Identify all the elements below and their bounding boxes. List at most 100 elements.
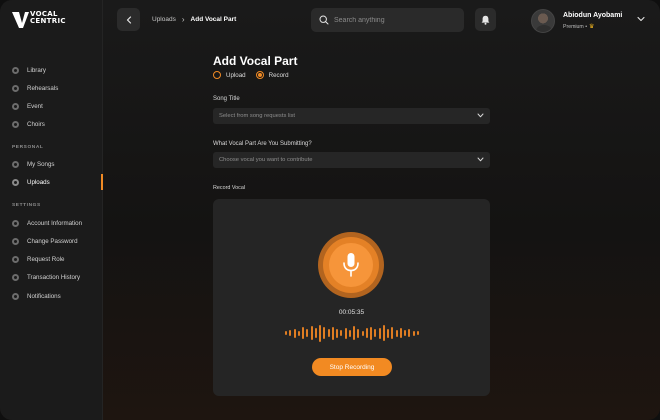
sidebar-item-event[interactable]: Event	[0, 99, 103, 115]
section-label-personal: PERSONAL	[12, 145, 44, 150]
sidebar-item-library[interactable]: Library	[0, 62, 103, 78]
waveform-bar	[365, 328, 368, 338]
back-button[interactable]	[117, 8, 140, 31]
sidebar-item-label: Event	[27, 103, 43, 111]
vocal-part-label: What Vocal Part Are You Submitting?	[213, 141, 312, 147]
waveform-bar	[378, 327, 381, 339]
choirs-icon	[12, 121, 19, 129]
vocal-part-select[interactable]: Choose vocal you want to contribute	[213, 152, 490, 168]
mic-button[interactable]	[318, 232, 384, 298]
sidebar-item-label: My Songs	[27, 160, 55, 168]
record-radio-label[interactable]: Record	[269, 72, 289, 79]
record-radio[interactable]	[255, 71, 264, 79]
waveform-bar	[361, 330, 364, 336]
lock-icon	[12, 237, 19, 245]
account-icon	[12, 219, 19, 227]
waveform-bar	[382, 325, 385, 341]
waveform-bar	[306, 329, 309, 337]
record-vocal-label: Record Vocal	[213, 185, 246, 191]
sidebar-item-request-role[interactable]: Request Role	[0, 252, 103, 268]
sidebar-item-label: Rehearsals	[27, 84, 59, 92]
sidebar-item-label: Library	[27, 66, 46, 74]
waveform-bar	[399, 328, 402, 338]
sidebar-item-label: Account Information	[27, 219, 83, 227]
audio-waveform	[285, 323, 419, 343]
search-bar[interactable]	[311, 8, 464, 32]
sidebar-item-label: Uploads	[27, 178, 50, 186]
breadcrumb: Uploads › Add Vocal Part	[152, 14, 237, 24]
sidebar-item-uploads[interactable]: Uploads	[0, 174, 103, 191]
sidebar-item-label: Choirs	[27, 121, 45, 129]
waveform-bar	[323, 327, 326, 339]
waveform-bar	[353, 326, 355, 340]
sidebar-item-transaction-history[interactable]: Transaction History	[0, 270, 103, 286]
recorder-card: 00:05:35 Stop Recording	[213, 199, 490, 396]
stop-recording-button[interactable]: Stop Recording	[312, 358, 392, 376]
bell-icon	[481, 15, 490, 25]
waveform-bar	[357, 328, 360, 338]
sidebar: VOCAL CENTRIC PERSONAL SETTINGS Library R…	[0, 0, 103, 420]
waveform-bar	[314, 328, 317, 338]
waveform-bar	[289, 330, 292, 336]
sidebar-item-account-information[interactable]: Account Information	[0, 215, 103, 231]
history-icon	[12, 274, 19, 282]
chevron-left-icon	[126, 15, 131, 24]
waveform-bar	[395, 329, 398, 337]
waveform-bar	[340, 330, 343, 336]
waveform-bar	[370, 326, 372, 340]
sidebar-item-choirs[interactable]: Choirs	[0, 117, 103, 133]
library-icon	[12, 66, 19, 74]
avatar[interactable]	[531, 9, 555, 33]
waveform-bar	[331, 326, 334, 340]
sidebar-item-rehearsals[interactable]: Rehearsals	[0, 80, 103, 96]
role-icon	[12, 256, 19, 264]
rehearsals-icon	[12, 84, 19, 92]
upload-icon	[12, 178, 19, 186]
sidebar-item-label: Request Role	[27, 256, 65, 264]
section-label-settings: SETTINGS	[12, 203, 41, 208]
chevron-down-icon	[477, 113, 484, 118]
crown-icon: ♛	[589, 24, 595, 30]
event-icon	[12, 103, 19, 111]
upload-radio-label[interactable]: Upload	[226, 72, 246, 79]
breadcrumb-uploads[interactable]: Uploads	[152, 16, 176, 23]
waveform-bar	[327, 329, 330, 337]
song-title-label: Song Title	[213, 96, 240, 102]
waveform-bar	[297, 330, 300, 336]
song-title-select[interactable]: Select from song requests list	[213, 108, 490, 124]
breadcrumb-current: Add Vocal Part	[190, 16, 237, 23]
mic-ring-inner	[329, 243, 373, 287]
waveform-bar	[310, 326, 313, 340]
waveform-bar	[348, 329, 351, 337]
waveform-bar	[336, 328, 338, 338]
logo-text: VOCAL CENTRIC	[30, 10, 66, 25]
sidebar-item-my-songs[interactable]: My Songs	[0, 156, 103, 172]
waveform-bar	[416, 331, 419, 335]
song-title-placeholder: Select from song requests list	[219, 113, 296, 119]
waveform-bar	[391, 327, 394, 339]
vocal-part-placeholder: Choose vocal you want to contribute	[219, 157, 313, 163]
logo-v-icon	[12, 12, 29, 28]
notifications-button[interactable]	[475, 8, 496, 31]
sidebar-item-change-password[interactable]: Change Password	[0, 233, 103, 249]
search-input[interactable]	[334, 8, 459, 32]
upload-radio[interactable]	[213, 71, 221, 79]
waveform-bar	[319, 324, 321, 342]
waveform-bar	[408, 329, 411, 337]
waveform-bar	[302, 327, 304, 339]
logo[interactable]: VOCAL CENTRIC	[12, 11, 72, 29]
user-plan: Premium • ♛	[563, 23, 595, 31]
mic-ring	[323, 237, 379, 293]
sidebar-item-label: Notifications	[27, 292, 61, 300]
user-name: Abiodun Ayobami	[563, 12, 623, 19]
sidebar-item-label: Change Password	[27, 237, 78, 245]
breadcrumb-separator-icon: ›	[181, 14, 185, 24]
waveform-bar	[404, 330, 406, 336]
music-icon	[12, 160, 19, 168]
chevron-down-icon[interactable]	[637, 16, 645, 22]
sidebar-item-notifications[interactable]: Notifications	[0, 288, 103, 304]
waveform-bar	[374, 329, 377, 337]
chevron-down-icon	[477, 157, 484, 162]
waveform-bar	[293, 328, 296, 338]
sidebar-item-label: Transaction History	[27, 274, 81, 282]
